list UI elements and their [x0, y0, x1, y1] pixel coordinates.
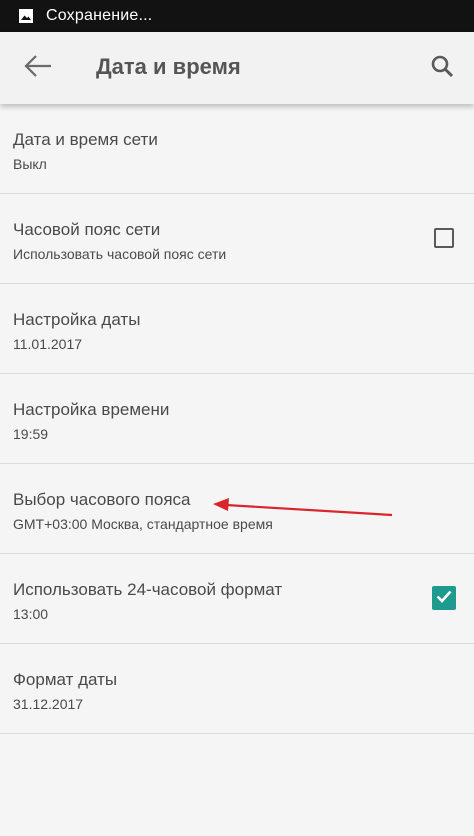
setting-summary: GMT+03:00 Москва, стандартное время [13, 516, 273, 532]
setting-title: Часовой пояс сети [13, 220, 161, 239]
image-icon [16, 6, 36, 26]
page-title: Дата и время [96, 54, 241, 79]
setting-summary: 13:00 [13, 606, 49, 622]
setting-timezone[interactable]: Выбор часового пояса GMT+03:00 Москва, с… [0, 464, 474, 554]
setting-title: Формат даты [13, 670, 118, 689]
setting-time[interactable]: Настройка времени 19:59 [0, 374, 474, 464]
setting-title: Дата и время сети [13, 130, 158, 149]
setting-summary: 31.12.2017 [13, 696, 84, 712]
back-button[interactable] [18, 50, 58, 86]
network-timezone-checkbox[interactable] [434, 228, 454, 248]
setting-title: Настройка даты [13, 310, 141, 329]
setting-summary: Использовать часовой пояс сети [13, 246, 227, 262]
setting-title: Настройка времени [13, 400, 170, 419]
setting-summary: 11.01.2017 [13, 336, 83, 352]
app-bar: Дата и время [0, 32, 474, 104]
status-bar: Сохранение... [0, 0, 474, 32]
setting-network-datetime[interactable]: Дата и время сети Выкл [0, 104, 474, 194]
search-button[interactable] [424, 50, 460, 86]
settings-list: Дата и время сети Выкл Часовой пояс сети… [0, 104, 474, 734]
checkmark-icon [435, 587, 453, 610]
setting-title: Выбор часового пояса [13, 490, 191, 509]
search-icon [430, 54, 454, 83]
setting-summary: Выкл [13, 156, 47, 172]
setting-summary: 19:59 [13, 426, 49, 442]
arrow-back-icon [23, 54, 53, 83]
status-text: Сохранение... [46, 7, 153, 24]
setting-date-format[interactable]: Формат даты 31.12.2017 [0, 644, 474, 734]
setting-24-hour-format[interactable]: Использовать 24-часовой формат 13:00 [0, 554, 474, 644]
setting-title: Использовать 24-часовой формат [13, 580, 283, 599]
screen: Сохранение... Дата и время Дата и время … [0, 0, 474, 836]
24-hour-format-checkbox[interactable] [432, 586, 456, 610]
setting-network-timezone[interactable]: Часовой пояс сети Использовать часовой п… [0, 194, 474, 284]
setting-date[interactable]: Настройка даты 11.01.2017 [0, 284, 474, 374]
